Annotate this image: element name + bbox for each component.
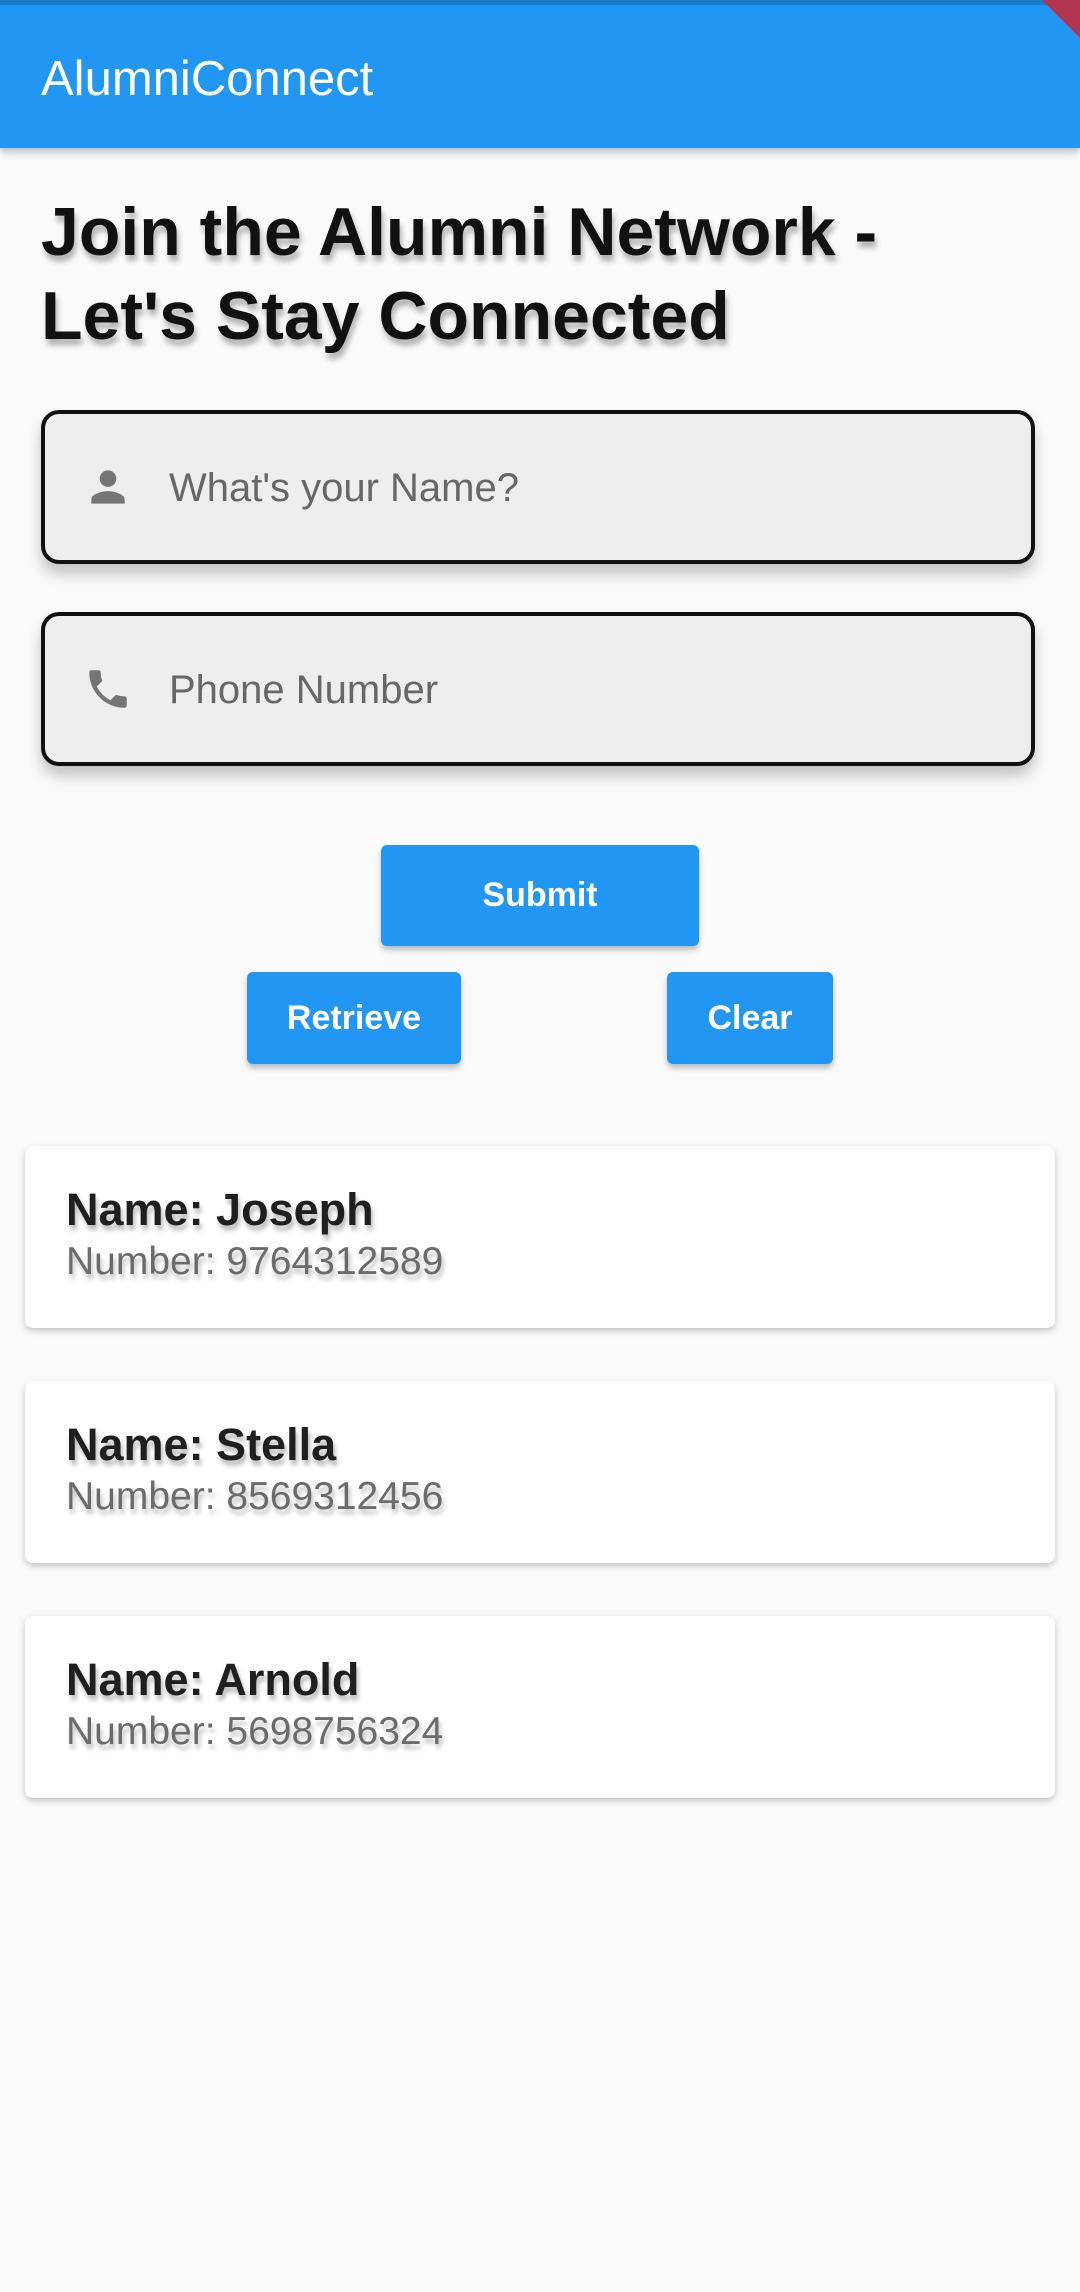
app-bar: AlumniConnect — [0, 0, 1080, 148]
phone-input[interactable] — [167, 616, 991, 764]
submit-button[interactable]: Submit — [381, 845, 699, 946]
clear-button[interactable]: Clear — [667, 972, 833, 1064]
name-input[interactable] — [167, 414, 991, 562]
alumni-card: Name: Stella Number: 8569312456 — [25, 1381, 1055, 1563]
name-field[interactable] — [41, 410, 1035, 564]
retrieve-button[interactable]: Retrieve — [247, 972, 461, 1064]
phone-icon — [83, 664, 133, 714]
alumni-number: Number: 9764312589 — [66, 1240, 444, 1283]
app-title: AlumniConnect — [41, 52, 374, 106]
alumni-card: Name: Arnold Number: 5698756324 — [25, 1616, 1055, 1798]
alumni-name: Name: Joseph — [66, 1184, 374, 1235]
page-title: Join the Alumni Network - Let's Stay Con… — [41, 194, 878, 354]
debug-banner — [1042, 0, 1080, 38]
alumni-name: Name: Stella — [66, 1419, 337, 1470]
alumni-number: Number: 8569312456 — [66, 1475, 444, 1518]
alumni-number: Number: 5698756324 — [66, 1710, 444, 1753]
alumni-name: Name: Arnold — [66, 1654, 360, 1705]
alumni-card: Name: Joseph Number: 9764312589 — [25, 1146, 1055, 1328]
phone-field[interactable] — [41, 612, 1035, 766]
person-icon — [83, 462, 133, 512]
